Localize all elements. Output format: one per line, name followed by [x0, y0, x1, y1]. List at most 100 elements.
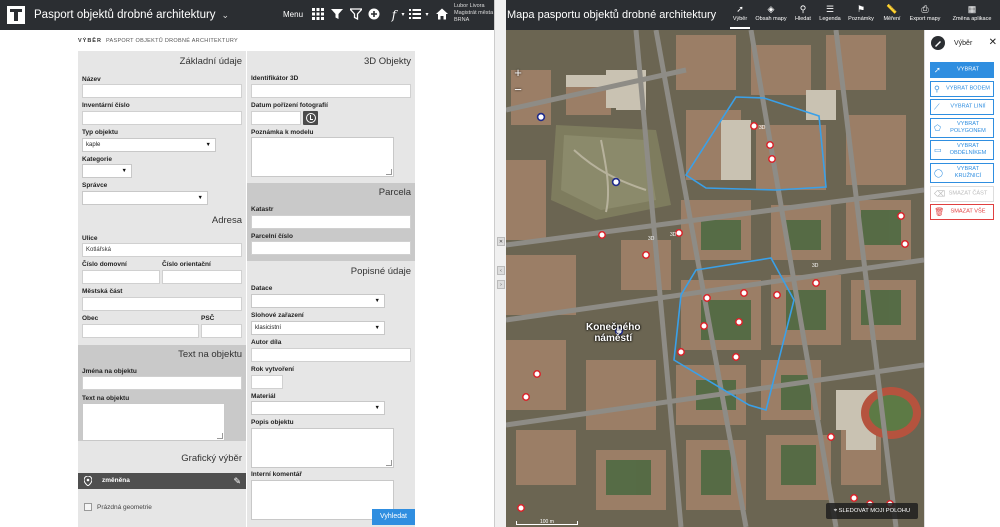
- cislo-domovni-input[interactable]: [82, 270, 160, 284]
- parcelni-input[interactable]: [251, 241, 411, 255]
- delete-all-label: SMAZAT VŠE: [950, 208, 986, 215]
- menu-button[interactable]: Menu: [283, 10, 303, 19]
- select-by-polygon-button[interactable]: ⬠ VYBRAT POLYGONEM: [930, 118, 994, 138]
- katastr-input[interactable]: [251, 215, 411, 229]
- spravce-select[interactable]: ▼: [82, 191, 208, 205]
- field-label-ident3d: Identifikátor 3D: [251, 75, 299, 82]
- nazev-input[interactable]: [82, 84, 242, 98]
- obec-input[interactable]: [82, 324, 199, 338]
- jmena-input[interactable]: [82, 376, 242, 390]
- zoom-in-button[interactable]: +: [508, 64, 528, 81]
- filter-clear-icon[interactable]: [348, 8, 364, 22]
- tool-notes[interactable]: ⚑ Poznámky: [846, 3, 876, 29]
- panel-splitter[interactable]: ✕ ‹ ›: [494, 0, 506, 527]
- user-org-line2: BRNA: [454, 17, 470, 23]
- psc-input[interactable]: [201, 324, 242, 338]
- text-na-textarea[interactable]: [82, 403, 225, 441]
- tool-export[interactable]: ⎙ Export mapy: [906, 3, 944, 29]
- chevron-right-icon[interactable]: ›: [497, 280, 505, 289]
- user-name: Lubor Livora: [454, 3, 485, 9]
- circle-icon: ◯: [934, 168, 943, 178]
- svg-text:3D: 3D: [759, 125, 766, 131]
- tool-legend[interactable]: ☰ Legenda: [817, 3, 843, 29]
- chevron-left-icon[interactable]: ‹: [497, 266, 505, 275]
- tool-select[interactable]: ➚ Výběr: [730, 3, 750, 29]
- chevron-down-icon: ▼: [205, 142, 211, 148]
- user-info[interactable]: Lubor Livora Magistrát města BRNA: [454, 3, 494, 24]
- field-label-cislo-orientacni: Číslo orientační: [162, 261, 211, 268]
- inventarni-input[interactable]: [82, 111, 242, 125]
- field-label-autor: Autor díla: [251, 339, 282, 346]
- tool-map-content[interactable]: ◈ Obsah mapy: [752, 3, 790, 29]
- delete-part-button[interactable]: ⌫ SMAZAT ČÁST: [930, 186, 994, 202]
- app-logo[interactable]: [7, 6, 25, 24]
- kategorie-select[interactable]: ▼: [82, 164, 132, 178]
- map-place-label-line1: Konečného: [586, 322, 641, 333]
- point-icon: ⚲: [934, 84, 940, 94]
- select-by-line-label: VYBRAT LINIÍ: [950, 103, 986, 110]
- tool-search-label: Hledat: [795, 16, 811, 22]
- zoom-out-button[interactable]: −: [508, 81, 528, 98]
- geometry-changed-row[interactable]: změněna ✎: [78, 473, 246, 489]
- datum-foto-input[interactable]: [251, 111, 301, 125]
- slohove-select-value: klasicistní: [255, 325, 282, 331]
- cursor-icon: ➚: [934, 65, 941, 75]
- datace-select[interactable]: ▼: [251, 294, 385, 308]
- select-tool-icon: [931, 36, 945, 50]
- autor-input[interactable]: [251, 348, 411, 362]
- select-by-rectangle-button[interactable]: ▭ VYBRAT OBDÉLNÍKEM: [930, 140, 994, 160]
- field-label-parcelni: Parcelní číslo: [251, 233, 293, 240]
- delete-all-button[interactable]: 🗑 SMAZAT VŠE: [930, 204, 994, 220]
- svg-text:3D: 3D: [812, 263, 819, 269]
- delete-part-label: SMAZAT ČÁST: [948, 190, 988, 197]
- map-application: Mapa pasportu objektů drobné architektur…: [506, 0, 1000, 527]
- scale-bar: 100 m: [516, 519, 578, 525]
- aerial-map[interactable]: 3D 3D 3D 3D: [506, 30, 924, 527]
- follow-location-button[interactable]: ⌖ SLEDOVAT MOJI POLOHU: [826, 503, 918, 519]
- tool-measure[interactable]: 📏 Měření: [880, 3, 904, 29]
- search-button[interactable]: Vyhledat: [372, 509, 415, 525]
- cislo-orientacni-input[interactable]: [162, 270, 242, 284]
- field-label-inventarni: Inventární číslo: [82, 102, 130, 109]
- print-icon: ⎙: [921, 4, 929, 14]
- chevron-down-icon: ▼: [121, 168, 127, 174]
- popis-textarea[interactable]: [251, 428, 394, 468]
- ulice-input[interactable]: Kotlářská: [82, 243, 242, 257]
- edit-icon[interactable]: ✎: [233, 476, 241, 487]
- tool-change-app[interactable]: ▦ Změna aplikace: [947, 3, 997, 29]
- select-by-circle-button[interactable]: ◯ VYBRAT KRUŽNICÍ: [930, 163, 994, 183]
- field-label-datum-foto: Datum pořízení fotografií: [251, 102, 328, 109]
- home-icon[interactable]: [435, 8, 449, 22]
- tool-search[interactable]: ⚲ Hledat: [792, 3, 814, 29]
- chevron-down-icon: ▼: [374, 298, 380, 304]
- poznamka-textarea[interactable]: [251, 137, 394, 177]
- field-label-nazev: Název: [82, 76, 101, 83]
- follow-location-label: SLEDOVAT MOJI POLOHU: [838, 508, 911, 514]
- section-basic-heading: Základní údaje: [179, 56, 242, 67]
- section-3d-heading: 3D Objekty: [364, 56, 411, 67]
- pin-icon: ⚑: [856, 4, 866, 14]
- select-by-point-button[interactable]: ⚲ VYBRAT BODEM: [930, 81, 994, 97]
- rok-input[interactable]: [251, 375, 283, 389]
- close-icon[interactable]: ✕: [989, 37, 997, 48]
- select-button[interactable]: ➚ VYBRAT: [930, 62, 994, 78]
- clock-icon[interactable]: [303, 111, 318, 125]
- tool-measure-label: Měření: [883, 16, 901, 22]
- material-select[interactable]: ▼: [251, 401, 385, 415]
- typ-select[interactable]: kaple ▼: [82, 138, 216, 152]
- filter-icon[interactable]: [330, 8, 344, 22]
- add-icon[interactable]: [367, 8, 381, 22]
- geometry-empty-row[interactable]: Prázdná geometrie: [78, 500, 246, 515]
- select-by-line-button[interactable]: ⟋ VYBRAT LINIÍ: [930, 99, 994, 115]
- grid-icon[interactable]: [311, 8, 325, 22]
- map-canvas[interactable]: 3D 3D 3D 3D + − Konečného náměstí: [506, 30, 924, 527]
- collapse-left-icon[interactable]: ✕: [497, 237, 505, 246]
- section-descriptive-heading: Popisné údaje: [350, 266, 411, 277]
- svg-text:3D: 3D: [670, 232, 677, 238]
- ident3d-input[interactable]: [251, 84, 411, 98]
- mestska-cast-input[interactable]: [82, 297, 242, 311]
- slohove-select[interactable]: klasicistní ▼: [251, 321, 385, 335]
- zoom-controls[interactable]: + −: [508, 64, 528, 98]
- chevron-down-icon[interactable]: ⌄: [222, 10, 230, 21]
- chevron-down-icon[interactable]: ▾: [420, 8, 434, 22]
